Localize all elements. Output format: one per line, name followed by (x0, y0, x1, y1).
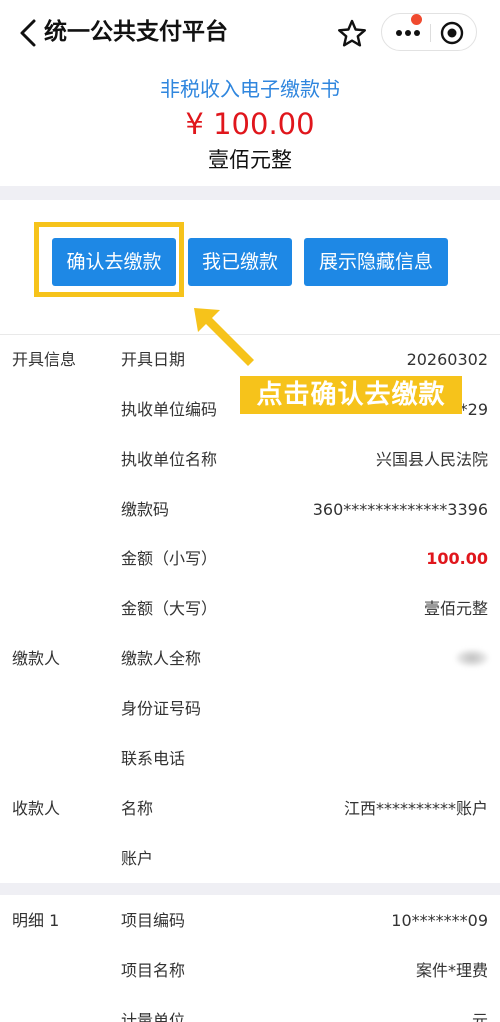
row-value-pay-code: 360*************3396 (312, 500, 488, 519)
row-label-amount-lower: 金额（小写） (121, 549, 218, 568)
amount-chinese: 壹佰元整 (208, 148, 292, 172)
row-label-phone: 联系电话 (121, 749, 186, 768)
row-label-unit-name: 执收单位名称 (121, 450, 218, 469)
row-label-payee-name: 名称 (121, 799, 154, 818)
row-label-unit: 计量单位 (121, 1011, 186, 1022)
row-value-issue-date: 20260302 (406, 350, 488, 369)
section-label-payee: 收款人 (12, 799, 61, 818)
row-label-item-code: 项目编码 (121, 911, 186, 930)
already-paid-button[interactable]: 我已缴款 (188, 238, 292, 286)
payment-summary: 非税收入电子缴款书 ¥ 100.00 壹佰元整 (0, 66, 500, 186)
row-value-unit-name: 兴国县人民法院 (375, 450, 488, 469)
section-gap (0, 883, 500, 895)
notification-dot (411, 14, 422, 25)
highlight-frame (34, 222, 184, 297)
page-title: 统一公共支付平台 (44, 19, 228, 45)
row-label-payer-name: 缴款人全称 (121, 649, 202, 668)
redacted-payer-name (455, 649, 489, 667)
row-label-pay-code: 缴款码 (121, 500, 170, 519)
toggle-hidden-info-button[interactable]: 展示隐藏信息 (304, 238, 448, 286)
row-value-payee-name: 江西**********账户 (343, 799, 488, 818)
arrow-icon (194, 308, 254, 366)
capsule-divider (430, 24, 431, 42)
more-icon[interactable] (394, 22, 422, 44)
row-value-amount-upper: 壹佰元整 (423, 599, 488, 618)
section-label-detail: 明细 1 (12, 911, 60, 930)
row-value-amount-lower: 100.00 (426, 549, 488, 568)
capsule-menu (381, 13, 477, 51)
nav-bar: 统一公共支付平台 (0, 0, 500, 66)
row-label-id-number: 身份证号码 (121, 699, 202, 718)
document-title: 非税收入电子缴款书 (160, 77, 340, 101)
row-value-item-name: 案件*理费 (415, 961, 488, 980)
row-label-amount-upper: 金额（大写） (121, 599, 218, 618)
row-value-unit: 元 (471, 1011, 488, 1022)
annotation-label: 点击确认去缴款 (240, 376, 462, 414)
section-gap (0, 186, 500, 200)
row-label-account: 账户 (121, 849, 154, 868)
target-icon[interactable] (440, 21, 464, 45)
section-label-issue: 开具信息 (12, 350, 77, 369)
row-label-item-name: 项目名称 (121, 961, 186, 980)
row-label-unit-code: 执收单位编码 (121, 400, 218, 419)
back-icon[interactable] (18, 18, 40, 48)
section-label-payer: 缴款人 (12, 649, 61, 668)
amount-display: ¥ 100.00 (185, 107, 315, 141)
star-icon[interactable] (336, 18, 368, 50)
row-label-issue-date: 开具日期 (121, 350, 186, 369)
row-value-item-code: 10*******09 (391, 911, 488, 930)
